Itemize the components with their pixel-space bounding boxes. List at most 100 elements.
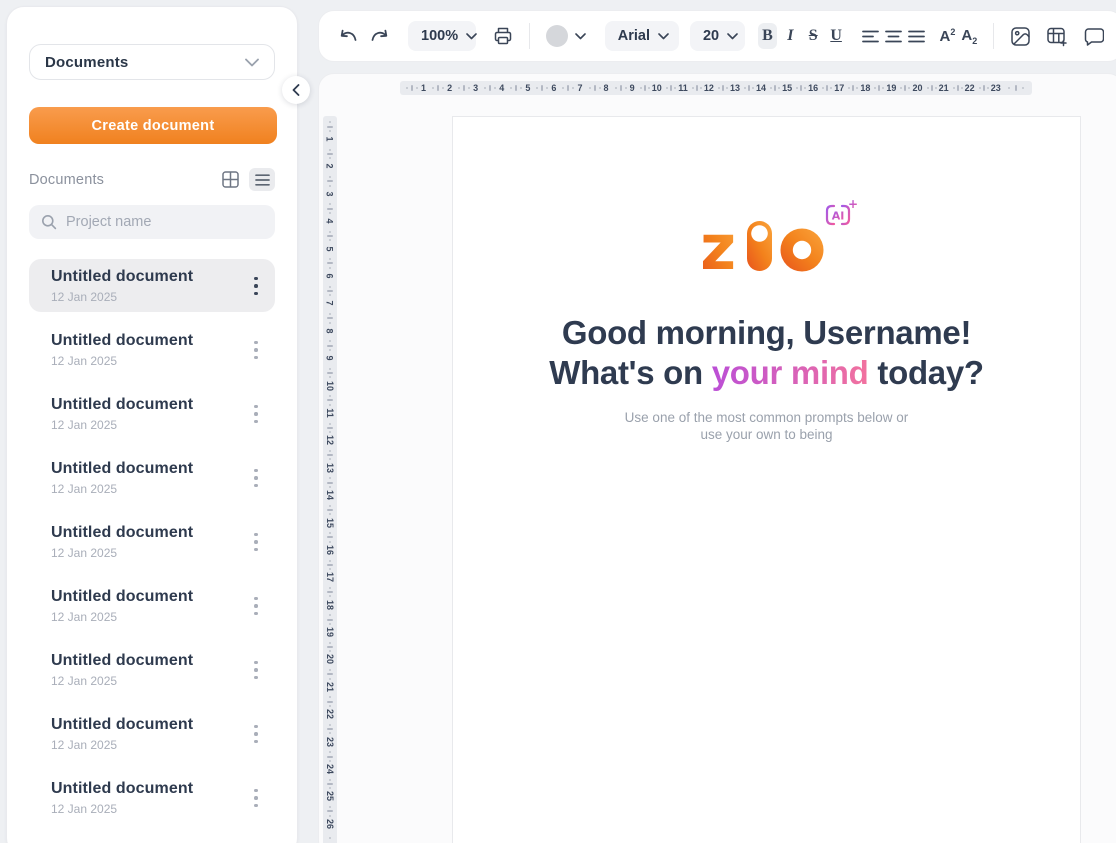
list-view-button[interactable] — [249, 168, 275, 191]
underline-button[interactable]: U — [827, 23, 846, 49]
document-list-item[interactable]: Untitled document 12 Jan 2025 — [29, 579, 275, 632]
document-list-item[interactable]: Untitled document 12 Jan 2025 — [29, 323, 275, 376]
document-item-date: 12 Jan 2025 — [51, 674, 245, 688]
greeting-line-2-prefix: What's on — [549, 354, 712, 391]
document-item-date: 12 Jan 2025 — [51, 290, 245, 304]
redo-button[interactable] — [366, 25, 393, 48]
document-list-item[interactable]: Untitled document 12 Jan 2025 — [29, 515, 275, 568]
insert-table-button[interactable] — [1043, 23, 1071, 50]
document-item-title: Untitled document — [51, 524, 245, 542]
document-item-menu-button[interactable] — [245, 524, 267, 560]
document-item-menu-button[interactable] — [245, 396, 267, 432]
document-item-date: 12 Jan 2025 — [51, 610, 245, 624]
document-item-title: Untitled document — [51, 332, 245, 350]
document-item-menu-button[interactable] — [245, 716, 267, 752]
zoom-value: 100% — [421, 28, 458, 44]
document-list-item[interactable]: Untitled document 12 Jan 2025 — [29, 387, 275, 440]
document-page[interactable]: z — [452, 116, 1081, 843]
align-justify-button[interactable] — [905, 27, 928, 46]
undo-button[interactable] — [335, 25, 362, 48]
documents-section-label: Documents — [29, 172, 104, 188]
text-color-button[interactable] — [543, 22, 589, 50]
document-item-meta: Untitled document 12 Jan 2025 — [51, 395, 245, 432]
document-item-title: Untitled document — [51, 588, 245, 606]
toolbar-divider — [993, 23, 994, 49]
document-list-item[interactable]: Untitled document 12 Jan 2025 — [29, 451, 275, 504]
document-item-menu-button[interactable] — [245, 268, 267, 304]
document-list: Untitled document 12 Jan 2025 Untitled d… — [29, 259, 275, 824]
search-icon — [41, 214, 57, 230]
font-family-value: Arial — [618, 28, 650, 44]
insert-image-icon — [1010, 26, 1031, 47]
grid-view-button[interactable] — [217, 168, 243, 191]
document-item-title: Untitled document — [51, 268, 245, 286]
greeting-line-2: What's on your mind today? — [453, 353, 1080, 393]
strikethrough-button[interactable]: S — [804, 23, 823, 49]
document-list-item[interactable]: Untitled document 12 Jan 2025 — [29, 259, 275, 312]
italic-button[interactable]: I — [781, 23, 800, 49]
undo-icon — [338, 28, 359, 45]
document-item-date: 12 Jan 2025 — [51, 354, 245, 368]
document-list-item[interactable]: Untitled document 12 Jan 2025 — [29, 771, 275, 824]
align-left-button[interactable] — [859, 27, 882, 46]
font-family-select[interactable]: Arial — [605, 21, 679, 51]
greeting-line-2-suffix: today? — [869, 354, 984, 391]
document-item-menu-button[interactable] — [245, 588, 267, 624]
comment-icon — [1083, 27, 1104, 46]
print-button[interactable] — [490, 23, 516, 49]
document-item-menu-button[interactable] — [245, 332, 267, 368]
chevron-down-icon — [727, 33, 738, 40]
sidebar-collapse-button[interactable] — [282, 76, 310, 104]
logo: z — [453, 217, 1080, 273]
document-item-meta: Untitled document 12 Jan 2025 — [51, 331, 245, 368]
align-justify-icon — [908, 30, 925, 43]
subtitle-line-1: Use one of the most common prompts below… — [453, 409, 1080, 426]
search-input[interactable] — [66, 214, 263, 230]
document-item-menu-button[interactable] — [245, 780, 267, 816]
documents-section-header: Documents — [29, 168, 275, 191]
bold-button[interactable]: B — [758, 23, 777, 49]
vertical-ruler: 1234567891011121314151617181920212223242… — [323, 116, 337, 843]
chevron-left-icon — [292, 84, 300, 96]
grid-view-icon — [222, 171, 239, 188]
document-item-title: Untitled document — [51, 780, 245, 798]
document-item-title: Untitled document — [51, 396, 245, 414]
document-item-meta: Untitled document 12 Jan 2025 — [51, 459, 245, 496]
document-list-item[interactable]: Untitled document 12 Jan 2025 — [29, 643, 275, 696]
document-list-item[interactable]: Untitled document 12 Jan 2025 — [29, 707, 275, 760]
toolbar-divider — [529, 23, 530, 49]
document-item-title: Untitled document — [51, 716, 245, 734]
document-item-date: 12 Jan 2025 — [51, 546, 245, 560]
align-center-button[interactable] — [882, 27, 905, 46]
list-view-icon — [255, 174, 270, 186]
document-item-menu-button[interactable] — [245, 460, 267, 496]
greeting-highlight: your mind — [712, 354, 869, 391]
workspace-selector[interactable]: Documents — [29, 44, 275, 80]
subscript-base: A — [961, 27, 972, 44]
document-item-meta: Untitled document 12 Jan 2025 — [51, 715, 245, 752]
create-document-button[interactable]: Create document — [29, 107, 277, 144]
zoom-select[interactable]: 100% — [408, 21, 476, 51]
comment-button[interactable] — [1080, 24, 1107, 49]
font-size-value: 20 — [703, 28, 719, 44]
font-size-select[interactable]: 20 — [690, 21, 745, 51]
document-item-date: 12 Jan 2025 — [51, 418, 245, 432]
ai-badge-text: AI — [831, 210, 844, 223]
superscript-base: A — [940, 28, 951, 45]
document-item-meta: Untitled document 12 Jan 2025 — [51, 267, 245, 304]
document-item-meta: Untitled document 12 Jan 2025 — [51, 651, 245, 688]
horizontal-ruler: 1234567891011121314151617181920212223 — [400, 81, 1032, 95]
align-left-icon — [862, 30, 879, 43]
editor-area: 1234567891011121314151617181920212223 12… — [318, 73, 1116, 843]
insert-image-button[interactable] — [1007, 23, 1034, 50]
superscript-button[interactable]: A2 — [940, 28, 956, 45]
document-search — [29, 205, 275, 239]
subtitle-line-2: use your own to being — [453, 426, 1080, 443]
subscript-button[interactable]: A2 — [961, 27, 977, 46]
subtitle: Use one of the most common prompts below… — [453, 409, 1080, 443]
redo-icon — [369, 28, 390, 45]
zio-logo-icon: z — [703, 217, 831, 273]
ai-badge-sparkle: + — [847, 200, 857, 211]
document-item-menu-button[interactable] — [245, 652, 267, 688]
logo-letter-z: z — [703, 217, 736, 273]
